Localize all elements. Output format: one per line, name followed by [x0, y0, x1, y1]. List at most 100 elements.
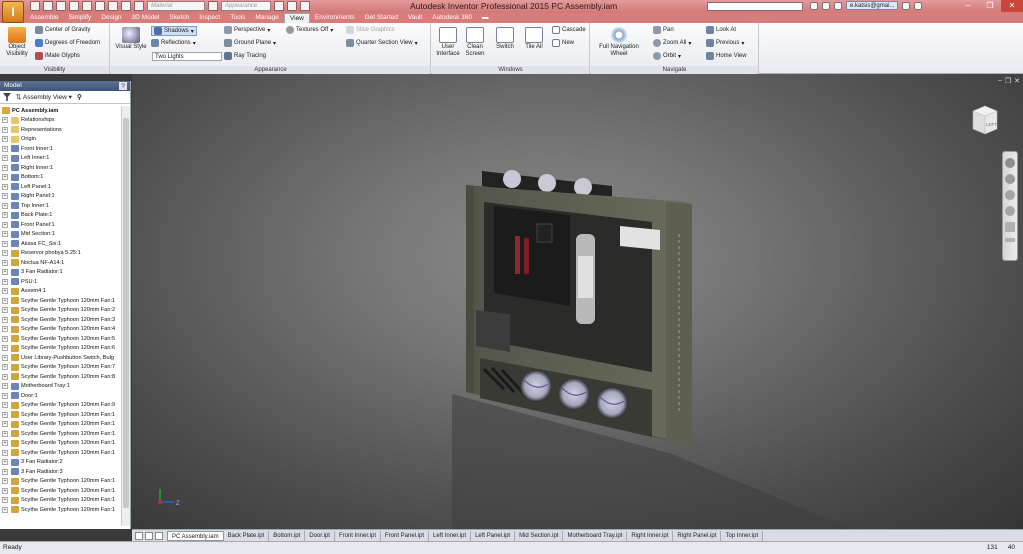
- tree-item[interactable]: + Relationships: [0, 116, 121, 126]
- formula-icon[interactable]: [300, 1, 310, 11]
- degrees-of-freedom-button[interactable]: Degrees of Freedom: [35, 39, 100, 47]
- expand-icon[interactable]: +: [2, 221, 8, 228]
- tree-item[interactable]: + Scythe Gentle Typhoon 120mm Fan:1: [0, 429, 121, 439]
- tree-item[interactable]: + Door:1: [0, 391, 121, 401]
- expand-icon[interactable]: +: [2, 478, 8, 485]
- tree-item[interactable]: + Assem4:1: [0, 287, 121, 297]
- look-at-button[interactable]: Look At: [706, 26, 736, 34]
- pan-icon[interactable]: [1005, 174, 1015, 184]
- tab-sketch[interactable]: Sketch: [164, 13, 194, 23]
- expand-icon[interactable]: +: [2, 250, 8, 257]
- tree-item[interactable]: + Top Inner:1: [0, 201, 121, 211]
- tree-item[interactable]: + Left Inner:1: [0, 154, 121, 164]
- switch-button[interactable]: Switch: [492, 27, 518, 51]
- expand-icon[interactable]: +: [2, 392, 8, 399]
- switch-documents-icon[interactable]: [155, 531, 163, 540]
- maximize-button[interactable]: ❐: [979, 0, 1001, 12]
- zoom-all-button[interactable]: Zoom All ▾: [653, 39, 691, 47]
- user-account[interactable]: e.katsis@gmai...: [846, 1, 899, 10]
- orbit-nav-icon[interactable]: [1005, 206, 1015, 216]
- document-list-icon[interactable]: [145, 531, 153, 540]
- tree-item[interactable]: + Scythe Gentle Typhoon 120mm Fan:9: [0, 401, 121, 411]
- expand-icon[interactable]: +: [2, 278, 8, 285]
- browser-scrollbar[interactable]: [121, 106, 130, 526]
- tree-item[interactable]: + Scythe Gentle Typhoon 120mm Fan:8: [0, 372, 121, 382]
- full-navigation-wheel-button[interactable]: Full Navigation Wheel: [593, 27, 645, 58]
- tab-autodesk-360[interactable]: Autodesk 360: [427, 13, 477, 23]
- expand-icon[interactable]: +: [2, 430, 8, 437]
- expand-icon[interactable]: +: [2, 231, 8, 238]
- visual-style-button[interactable]: Visual Style: [114, 27, 148, 51]
- expand-icon[interactable]: +: [2, 288, 8, 295]
- tab-assemble[interactable]: Assemble: [25, 13, 64, 23]
- tree-item[interactable]: +3 Fan Radiator:1: [0, 268, 121, 278]
- document-tab[interactable]: Back Plate.ipt: [224, 530, 270, 541]
- viewport-close-icon[interactable]: ✕: [1014, 77, 1020, 85]
- exchange-icon[interactable]: [902, 1, 911, 10]
- expand-icon[interactable]: +: [2, 193, 8, 200]
- expand-icon[interactable]: +: [2, 449, 8, 456]
- document-tab[interactable]: Door.ipt: [305, 530, 335, 541]
- reflections-button[interactable]: Reflections ▾: [151, 39, 196, 47]
- expand-icon[interactable]: +: [2, 174, 8, 181]
- tab-get-started[interactable]: Get Started: [360, 13, 403, 23]
- appearance-dropdown[interactable]: Appearance: [221, 1, 271, 11]
- expand-icon[interactable]: +: [2, 421, 8, 428]
- tree-item[interactable]: + Right Inner:1: [0, 163, 121, 173]
- expand-icon[interactable]: +: [2, 487, 8, 494]
- expand-icon[interactable]: +: [2, 126, 8, 133]
- viewport-restore-icon[interactable]: ❐: [1005, 77, 1011, 85]
- tree-item[interactable]: + Scythe Gentle Typhoon 120mm Fan:6: [0, 344, 121, 354]
- previous-view-button[interactable]: Previous ▾: [706, 39, 744, 47]
- slice-graphics-button[interactable]: Slice Graphics: [346, 26, 395, 34]
- expand-icon[interactable]: +: [2, 335, 8, 342]
- graphics-viewport[interactable]: – ❐ ✕ LEFT Z: [132, 74, 1023, 529]
- steering-wheel-icon[interactable]: [1005, 158, 1015, 168]
- tree-item[interactable]: +3 Fan Radiator:2: [0, 458, 121, 468]
- tree-item[interactable]: + Scythe Gentle Typhoon 120mm Fan:1: [0, 486, 121, 496]
- tree-item[interactable]: + Scythe Gentle Typhoon 120mm Fan:5: [0, 334, 121, 344]
- tree-item[interactable]: + PSU:1: [0, 277, 121, 287]
- minimize-button[interactable]: –: [957, 0, 979, 12]
- user-interface-button[interactable]: User Interface: [434, 27, 462, 58]
- expand-icon[interactable]: +: [2, 259, 8, 266]
- ground-plane-button[interactable]: Ground Plane ▾: [224, 39, 276, 47]
- tree-root[interactable]: PC Assembly.iam: [0, 106, 121, 116]
- tree-item[interactable]: + Scythe Gentle Typhoon 120mm Fan:3: [0, 315, 121, 325]
- expand-icon[interactable]: +: [2, 402, 8, 409]
- search-icon[interactable]: [810, 1, 818, 10]
- tree-item[interactable]: + Scythe Gentle Typhoon 120mm Fan:1: [0, 410, 121, 420]
- tree-item[interactable]: + Right Panel:1: [0, 192, 121, 202]
- expand-icon[interactable]: +: [2, 345, 8, 352]
- adjust-icon[interactable]: [287, 1, 297, 11]
- expand-icon[interactable]: +: [2, 136, 8, 143]
- document-tab[interactable]: Right Panel.ipt: [673, 530, 722, 541]
- model-browser-header[interactable]: Model ?: [0, 81, 130, 91]
- tree-item[interactable]: + Noctua NF-A14:1: [0, 258, 121, 268]
- new-window-button[interactable]: New: [552, 39, 574, 47]
- tree-item[interactable]: + Bottom:1: [0, 173, 121, 183]
- update-icon[interactable]: [108, 1, 118, 11]
- document-tab[interactable]: PC Assembly.iam: [167, 530, 224, 541]
- expand-icon[interactable]: +: [2, 373, 8, 380]
- expand-icon[interactable]: +: [2, 411, 8, 418]
- material-dropdown[interactable]: Material: [147, 1, 205, 11]
- document-tab[interactable]: Mid Section.ipt: [515, 530, 564, 541]
- expand-icon[interactable]: +: [2, 202, 8, 209]
- ribbon-display-toggle-icon[interactable]: ▬: [477, 13, 494, 23]
- tree-item[interactable]: + Scythe Gentle Typhoon 120mm Fan:1: [0, 448, 121, 458]
- lighting-style-select[interactable]: Two Lights: [152, 52, 222, 61]
- filter-icon[interactable]: [3, 93, 11, 101]
- tab-3d-model[interactable]: 3D Model: [127, 13, 165, 23]
- tree-item[interactable]: + Scythe Gentle Typhoon 120mm Fan:1: [0, 420, 121, 430]
- tab-inspect[interactable]: Inspect: [194, 13, 225, 23]
- document-tab[interactable]: Front Inner.ipt: [335, 530, 381, 541]
- expand-icon[interactable]: +: [2, 383, 8, 390]
- application-menu-button[interactable]: I: [2, 1, 24, 23]
- perspective-button[interactable]: Perspective ▾: [224, 26, 270, 34]
- shadows-button[interactable]: Shadows ▾: [151, 26, 197, 36]
- tree-item[interactable]: + Front Inner:1: [0, 144, 121, 154]
- tab-vault[interactable]: Vault: [403, 13, 427, 23]
- home-icon[interactable]: [95, 1, 105, 11]
- expand-icon[interactable]: +: [2, 240, 8, 247]
